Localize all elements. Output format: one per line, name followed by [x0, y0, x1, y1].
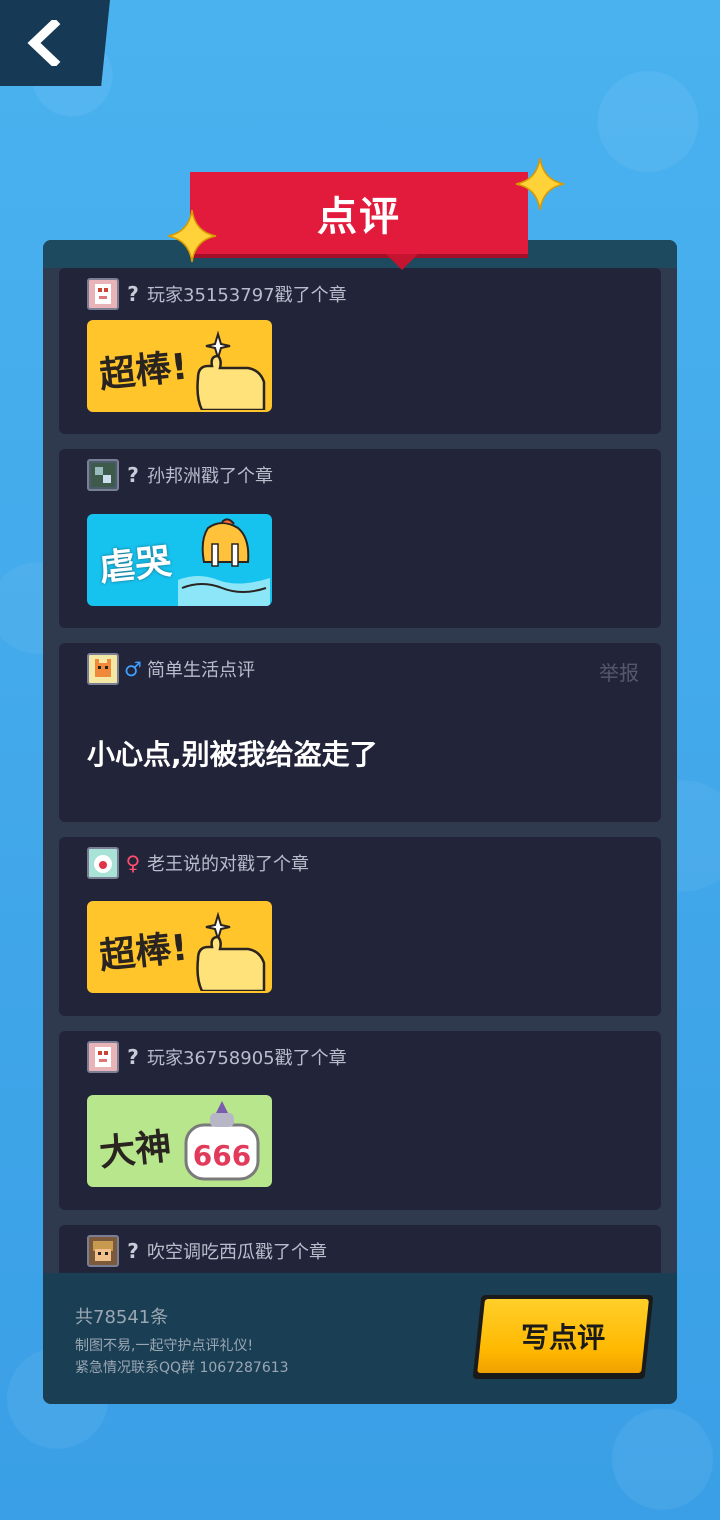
sticker-great: 超棒!: [87, 901, 272, 993]
comment-list[interactable]: ? 玩家35153797戳了个章 超棒! ? 孙邦洲戳了个章 虐哭 ♂ 简单生活…: [59, 268, 661, 1273]
avatar[interactable]: [87, 653, 119, 685]
666-sign-icon: 666: [184, 1101, 260, 1181]
sticker-crying: 虐哭: [87, 514, 272, 606]
username[interactable]: 简单生活点评: [147, 656, 255, 682]
thumbs-up-icon: [196, 911, 266, 991]
reviews-panel: ? 玩家35153797戳了个章 超棒! ? 孙邦洲戳了个章 虐哭 ♂ 简单生活…: [43, 240, 677, 1404]
username[interactable]: 玩家36758905戳了个章: [147, 1044, 347, 1070]
sticker-666-label: 666: [193, 1139, 251, 1172]
username[interactable]: 吹空调吃西瓜戳了个章: [147, 1238, 327, 1264]
gender-icon: ?: [127, 282, 139, 306]
comment-header: ? 玩家35153797戳了个章: [87, 278, 347, 310]
chevron-left-icon: [27, 20, 61, 66]
sticker-text: 虐哭: [97, 541, 174, 590]
male-icon: ♂: [124, 657, 142, 681]
note-line-2: 紧急情况联系QQ群 1067287613: [75, 1360, 289, 1376]
female-icon: ♀: [125, 851, 141, 875]
comment-header: ♂ 简单生活点评: [87, 653, 255, 685]
avatar[interactable]: [87, 278, 119, 310]
report-button[interactable]: 举报: [599, 657, 639, 686]
write-review-label: 写点评: [521, 1321, 606, 1354]
avatar[interactable]: [87, 1235, 119, 1267]
title-ribbon: 点评: [190, 172, 528, 270]
comment-header: ? 玩家36758905戳了个章: [87, 1041, 347, 1073]
sticker-text: 大神: [97, 1126, 174, 1175]
gender-icon: ?: [127, 1045, 139, 1069]
gender-icon: ?: [127, 1239, 139, 1263]
comment-header: ♀ 老王说的对戳了个章: [87, 847, 309, 879]
avatar[interactable]: [87, 847, 119, 879]
write-review-button[interactable]: 写点评: [472, 1295, 654, 1379]
sparkle-icon: [167, 209, 217, 263]
write-review-button-face: 写点评: [477, 1299, 649, 1373]
username[interactable]: 孙邦洲戳了个章: [147, 462, 273, 488]
gender-icon: ?: [127, 463, 139, 487]
sparkle-icon: [515, 157, 565, 211]
avatar[interactable]: [87, 459, 119, 491]
comment-card: ? 玩家35153797戳了个章 超棒!: [59, 268, 661, 434]
sticker-god: 大神 666: [87, 1095, 272, 1187]
comment-card: ♂ 简单生活点评 举报 小心点,别被我给盗走了: [59, 643, 661, 822]
comment-text: 小心点,别被我给盗走了: [87, 738, 378, 771]
crying-chick-icon: [178, 518, 270, 606]
footer-bar: 共78541条 制图不易,一起守护点评礼仪! 紧急情况联系QQ群 1067287…: [43, 1273, 677, 1404]
avatar[interactable]: [87, 1041, 119, 1073]
comment-header: ? 孙邦洲戳了个章: [87, 459, 273, 491]
note-line-1: 制图不易,一起守护点评礼仪!: [75, 1338, 254, 1354]
sticker-great: 超棒!: [87, 320, 272, 412]
thumbs-up-icon: [196, 330, 266, 410]
review-count: 共78541条: [75, 1307, 169, 1328]
comment-card: ? 吹空调吃西瓜戳了个章: [59, 1225, 661, 1273]
username[interactable]: 玩家35153797戳了个章: [147, 281, 347, 307]
sticker-text: 超棒!: [97, 927, 190, 978]
comment-card: ? 玩家36758905戳了个章 大神 666: [59, 1031, 661, 1210]
footer-note: 制图不易,一起守护点评礼仪! 紧急情况联系QQ群 1067287613: [75, 1335, 289, 1379]
comment-card: ♀ 老王说的对戳了个章 超棒!: [59, 837, 661, 1016]
comment-header: ? 吹空调吃西瓜戳了个章: [87, 1235, 327, 1267]
back-button[interactable]: [0, 0, 110, 86]
username[interactable]: 老王说的对戳了个章: [147, 850, 309, 876]
page-title: 点评: [317, 194, 401, 240]
sticker-text: 超棒!: [97, 346, 190, 397]
comment-card: ? 孙邦洲戳了个章 虐哭: [59, 449, 661, 628]
